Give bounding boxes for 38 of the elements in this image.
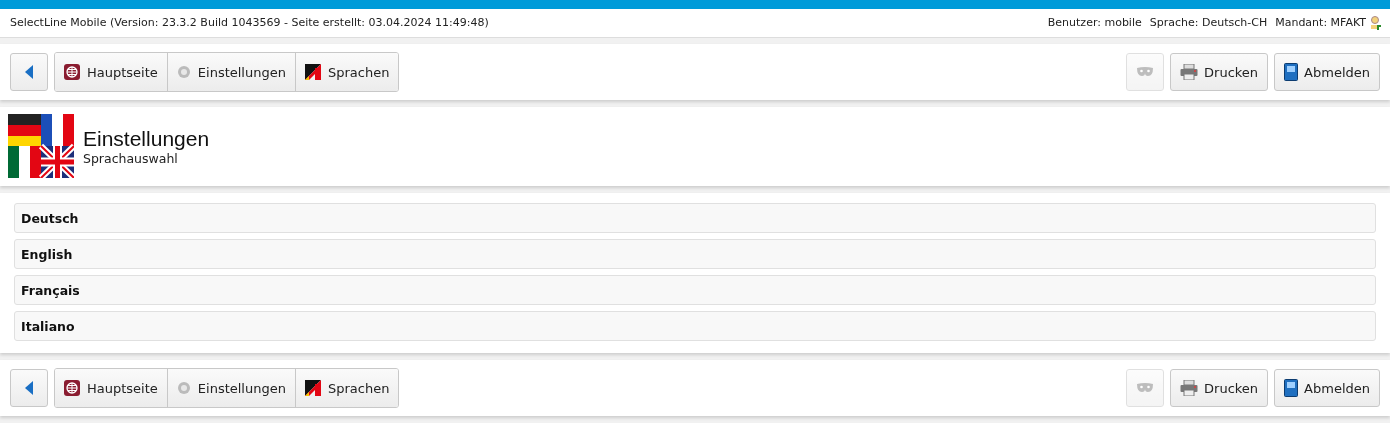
flag-icon bbox=[304, 64, 321, 80]
language-info: Sprache: Deutsch-CH bbox=[1149, 16, 1268, 30]
mask-icon bbox=[1137, 67, 1154, 77]
back-button[interactable] bbox=[10, 53, 48, 91]
flags-icon bbox=[8, 114, 74, 178]
printer-icon bbox=[1180, 64, 1199, 80]
nav-button[interactable]: Hauptseite bbox=[55, 369, 168, 407]
nav-button[interactable]: Hauptseite bbox=[55, 53, 168, 91]
logout-button[interactable]: Abmelden bbox=[1274, 369, 1380, 407]
mask-icon bbox=[1137, 383, 1154, 393]
client-info: Mandant: MFAKT bbox=[1275, 16, 1366, 30]
back-arrow-icon bbox=[25, 381, 33, 395]
gear-icon bbox=[176, 65, 191, 79]
globe-icon bbox=[64, 380, 80, 396]
page-subtitle: Sprachauswahl bbox=[83, 150, 179, 166]
printer-icon bbox=[1180, 380, 1199, 396]
print-button[interactable]: Drucken bbox=[1170, 369, 1269, 407]
language-item[interactable]: English bbox=[14, 239, 1376, 269]
page-title: Einstellungen bbox=[83, 126, 210, 151]
print-button[interactable]: Drucken bbox=[1170, 53, 1269, 91]
nav-button[interactable]: Einstellungen bbox=[167, 53, 296, 91]
nav-button[interactable]: Sprachen bbox=[295, 369, 399, 407]
language-item[interactable]: Italiano bbox=[14, 311, 1376, 341]
user-info: Benutzer: mobile bbox=[1047, 16, 1142, 30]
language-item[interactable]: Deutsch bbox=[14, 203, 1376, 233]
globe-icon bbox=[64, 64, 80, 80]
door-icon bbox=[1284, 63, 1299, 81]
language-item[interactable]: Français bbox=[14, 275, 1376, 305]
back-arrow-icon bbox=[25, 65, 33, 79]
flag-icon bbox=[304, 380, 321, 396]
user-icon bbox=[1370, 15, 1382, 30]
logout-button[interactable]: Abmelden bbox=[1274, 53, 1380, 91]
gear-icon bbox=[176, 381, 191, 395]
nav-button[interactable]: Einstellungen bbox=[167, 369, 296, 407]
back-button[interactable] bbox=[10, 369, 48, 407]
nav-button[interactable]: Sprachen bbox=[295, 53, 399, 91]
app-info: SelectLine Mobile (Version: 23.3.2 Build 1043569 - Seite erstellt: 03.04.2024 11:49:48) bbox=[10, 16, 489, 30]
door-icon bbox=[1284, 379, 1299, 397]
